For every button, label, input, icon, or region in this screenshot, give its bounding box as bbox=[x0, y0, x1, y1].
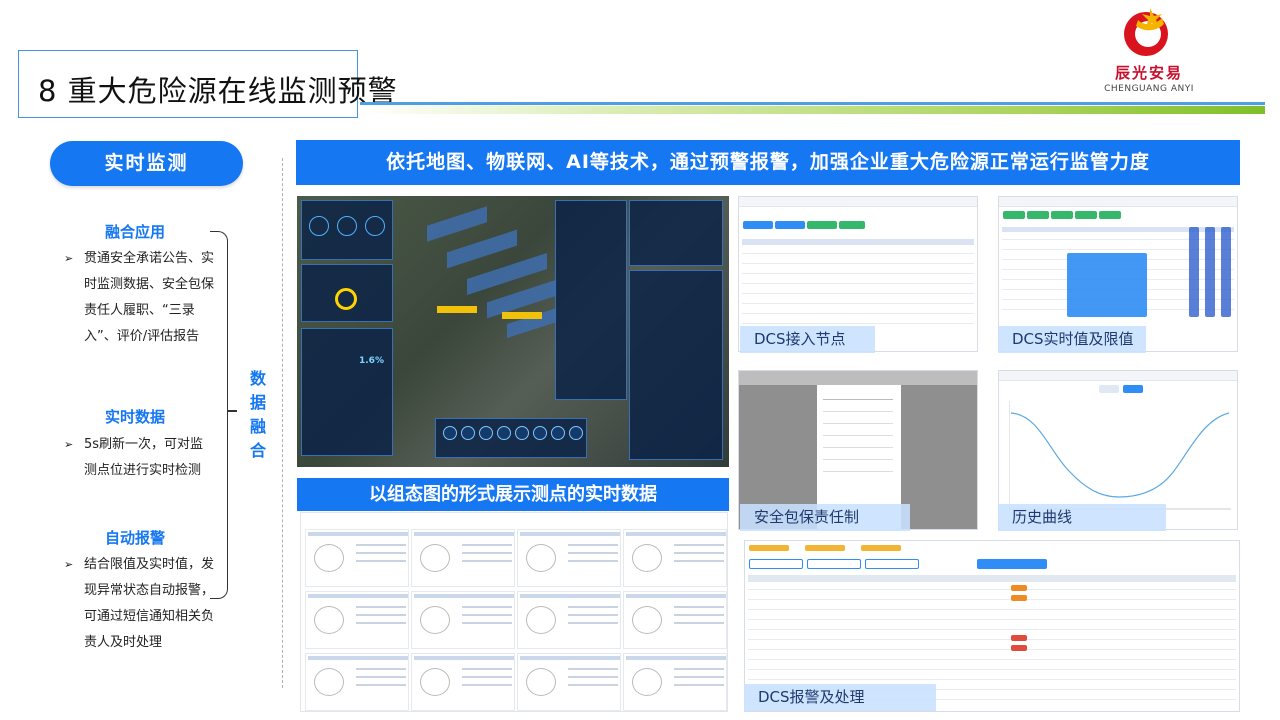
valve-icon bbox=[314, 668, 344, 696]
popup-list bbox=[1067, 253, 1147, 317]
kpi-ring-icon bbox=[309, 216, 329, 236]
tool-node-icon[interactable] bbox=[533, 426, 547, 440]
column-divider bbox=[282, 158, 283, 688]
caption-history: 历史曲线 bbox=[998, 504, 1166, 531]
section-text-fusion: ➢ 贯通安全承诺公告、实时监测数据、安全包保责任人履职、“三录入”、评价/评估报… bbox=[64, 246, 214, 376]
percent-readout: 1.6% bbox=[359, 356, 384, 366]
kpi-ring-icon bbox=[337, 216, 357, 236]
realtime-monitor-pill: 实时监测 bbox=[50, 141, 243, 186]
right-brace bbox=[210, 231, 228, 599]
section-heading-realtime: 实时数据 bbox=[104, 408, 165, 426]
title-rule bbox=[360, 102, 1265, 105]
section-body: 贯通安全承诺公告、实时监测数据、安全包保责任人履职、“三录入”、评价/评估报告 bbox=[84, 251, 215, 344]
caption-dcs-realtime: DCS实时值及限值 bbox=[998, 326, 1146, 353]
topology-card bbox=[305, 529, 409, 587]
valve-icon bbox=[526, 606, 556, 634]
topology-card bbox=[517, 653, 621, 711]
title-gradient-bar bbox=[360, 106, 1265, 114]
page-title: 8 重大危险源在线监测预警 bbox=[38, 74, 398, 108]
history-line-chart bbox=[1009, 401, 1231, 510]
tool-node-icon[interactable] bbox=[479, 426, 493, 440]
monitor-panel bbox=[301, 328, 393, 456]
topology-card bbox=[411, 529, 515, 587]
map-label-tag bbox=[437, 306, 477, 313]
toolbar-panel bbox=[435, 418, 587, 458]
valve-icon bbox=[420, 544, 450, 572]
middle-banner: 以组态图的形式展示测点的实时数据 bbox=[297, 478, 729, 511]
valve-icon bbox=[526, 544, 556, 572]
bullet-arrow-icon: ➢ bbox=[64, 438, 74, 451]
enterprise-info-panel bbox=[555, 200, 627, 400]
valve-icon bbox=[632, 668, 662, 696]
bullet-arrow-icon: ➢ bbox=[64, 558, 74, 571]
topology-card bbox=[623, 653, 727, 711]
caption-dcs-alarm: DCS报警及处理 bbox=[744, 684, 936, 711]
section-text-realtime: ➢ 5s刷新一次，可对监测点位进行实时检测 bbox=[64, 432, 214, 512]
topology-card bbox=[623, 591, 727, 649]
topology-card bbox=[623, 529, 727, 587]
tool-node-icon[interactable] bbox=[443, 426, 457, 440]
brace-tick bbox=[227, 410, 237, 412]
caption-dcs-node: DCS接入节点 bbox=[740, 326, 875, 353]
valve-icon bbox=[420, 668, 450, 696]
logo-name-en: CHENGUANG ANYI bbox=[1104, 84, 1194, 94]
tool-node-icon[interactable] bbox=[515, 426, 529, 440]
topology-card bbox=[517, 529, 621, 587]
tool-node-icon[interactable] bbox=[551, 426, 565, 440]
bullet-arrow-icon: ➢ bbox=[64, 252, 74, 265]
topology-grid bbox=[300, 512, 728, 712]
section-text-alarm: ➢ 结合限值及实时值，发现异常状态自动报警，可通过短信通知相关负责人及时处理 bbox=[64, 552, 214, 682]
tank-icon bbox=[314, 606, 344, 634]
valve-icon bbox=[314, 544, 344, 572]
tool-node-icon[interactable] bbox=[461, 426, 475, 440]
satellite-map-dashboard: 1.6% bbox=[297, 196, 729, 467]
kpi-ring-icon bbox=[365, 216, 385, 236]
company-logo: 辰光安易 CHENGUANG ANYI bbox=[1096, 6, 1202, 94]
topology-card bbox=[517, 591, 621, 649]
top-banner: 依托地图、物联网、AI等技术，通过预警报警，加强企业重大危险源正常运行监管力度 bbox=[296, 140, 1240, 185]
data-fusion-label: 数据融合 bbox=[249, 369, 266, 460]
logo-mark-icon bbox=[1124, 8, 1168, 56]
topology-card bbox=[305, 653, 409, 711]
valve-icon bbox=[632, 544, 662, 572]
topology-card bbox=[411, 653, 515, 711]
enterprise-list-panel bbox=[629, 200, 723, 266]
tool-node-icon[interactable] bbox=[497, 426, 511, 440]
topology-card bbox=[305, 591, 409, 649]
alarm-panel bbox=[629, 270, 723, 460]
tank-icon bbox=[526, 668, 556, 696]
logo-name-cn: 辰光安易 bbox=[1114, 64, 1183, 82]
map-label-tag bbox=[502, 312, 542, 319]
topology-card bbox=[411, 591, 515, 649]
caption-safety: 安全包保责任制 bbox=[740, 504, 910, 531]
section-body: 结合限值及实时值，发现异常状态自动报警，可通过短信通知相关负责人及时处理 bbox=[84, 557, 215, 650]
tank-icon bbox=[632, 606, 662, 634]
valve-icon bbox=[420, 606, 450, 634]
section-body: 5s刷新一次，可对监测点位进行实时检测 bbox=[84, 437, 204, 478]
hazard-marker-icon bbox=[335, 288, 357, 310]
section-heading-alarm: 自动报警 bbox=[104, 529, 165, 547]
section-heading-fusion: 融合应用 bbox=[104, 223, 165, 241]
tool-node-icon[interactable] bbox=[569, 426, 583, 440]
slide: 8 重大危险源在线监测预警 辰光安易 CHENGUANG ANYI 实时监测 融… bbox=[0, 0, 1280, 720]
